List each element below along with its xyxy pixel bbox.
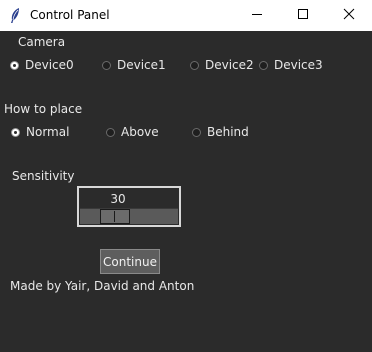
radio-indicator <box>102 60 111 70</box>
radio-selected-indicator <box>11 127 20 137</box>
placement-radio-above[interactable]: Above <box>106 125 159 139</box>
radio-indicator <box>190 60 199 70</box>
placement-radio-normal[interactable]: Normal <box>11 125 69 139</box>
placement-label: How to place <box>4 102 83 116</box>
slider-handle[interactable] <box>100 209 130 224</box>
minimize-button[interactable] <box>234 0 280 31</box>
camera-radio-device3[interactable]: Device3 <box>259 58 323 72</box>
feather-icon <box>8 7 22 24</box>
control-panel-window: Control Panel Camera Device0 Device1 Dev… <box>0 0 372 352</box>
minimize-icon <box>251 8 263 23</box>
radio-label: Device2 <box>205 58 254 72</box>
credits-text: Made by Yair, David and Anton <box>10 279 195 293</box>
camera-label: Camera <box>18 35 66 49</box>
radio-label: Device3 <box>274 58 323 72</box>
maximize-button[interactable] <box>280 0 326 31</box>
slider-trough[interactable] <box>80 208 178 224</box>
placement-radio-behind[interactable]: Behind <box>192 125 249 139</box>
radio-indicator <box>192 127 201 137</box>
title-bar[interactable]: Control Panel <box>0 0 372 31</box>
radio-label: Above <box>121 125 159 139</box>
radio-indicator <box>259 60 268 70</box>
close-button[interactable] <box>326 0 372 31</box>
camera-radio-device1[interactable]: Device1 <box>102 58 166 72</box>
radio-label: Normal <box>26 125 70 139</box>
radio-label: Behind <box>207 125 249 139</box>
slider-value: 30 <box>110 192 126 206</box>
camera-radio-device0[interactable]: Device0 <box>10 58 74 72</box>
maximize-icon <box>297 8 309 23</box>
radio-indicator <box>106 127 115 137</box>
window-title: Control Panel <box>30 8 110 22</box>
continue-button[interactable]: Continue <box>100 249 160 274</box>
sensitivity-slider[interactable]: 30 <box>77 186 181 227</box>
radio-label: Device1 <box>117 58 166 72</box>
radio-label: Device0 <box>25 58 74 72</box>
camera-radio-device2[interactable]: Device2 <box>190 58 254 72</box>
radio-selected-indicator <box>10 60 19 70</box>
close-icon <box>343 8 355 23</box>
sensitivity-label: Sensitivity <box>12 169 75 183</box>
